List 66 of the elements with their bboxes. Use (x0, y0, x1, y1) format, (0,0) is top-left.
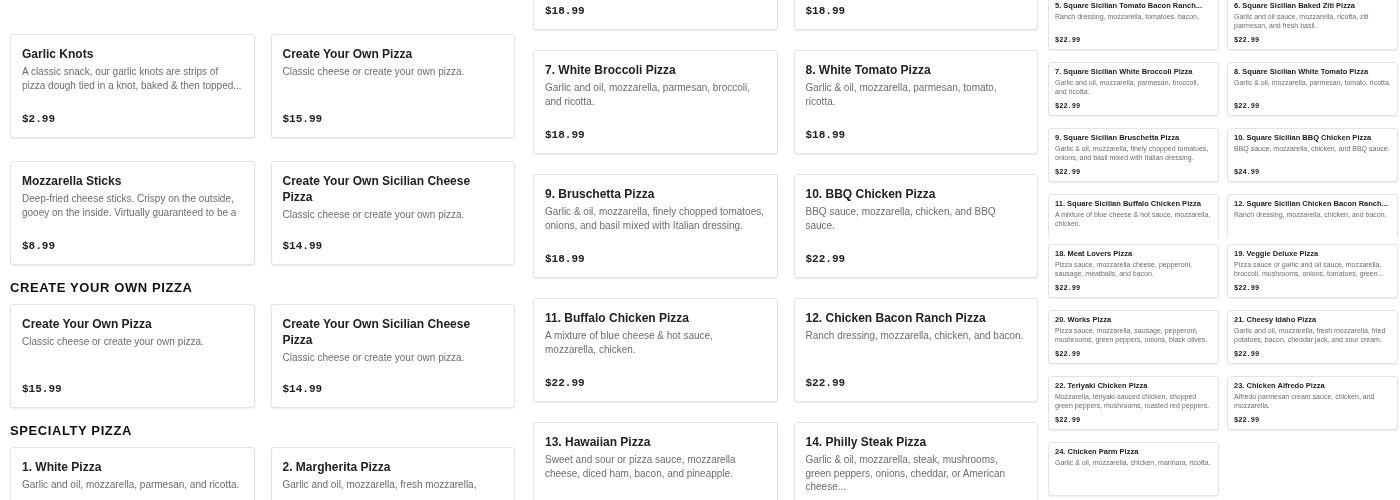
item-price: $18.99 (805, 3, 846, 19)
item-price: $22.99 (805, 375, 846, 391)
item-description: Sweet and sour or pizza sauce, mozzarella cheese, diced ham, bacon, and pineapple. (545, 453, 737, 480)
menu-item-card[interactable]: 14. Philly Steak Pizza Garlic & oil, mozzarella, steak, mushrooms, green peppers, onions, cheddar, or American cheese... (793, 422, 1038, 500)
item-description: Garlic and oil, mozzarella, fresh mozzarella, (282, 478, 478, 492)
item-title: Garlic Knots (22, 46, 95, 62)
item-description: Garlic and oil, mozzarella, parmesan, and ricotta. (22, 478, 241, 492)
item-price: $18.99 (545, 127, 585, 143)
menu-item-card[interactable]: Create Your Own Pizza Classic cheese or create your own pizza. $15.99 (10, 304, 255, 408)
menu-item-card[interactable]: Create Your Own Sicilian Cheese Pizza Classic cheese or create your own pizza. $14.99 (270, 304, 515, 408)
item-title: 14. Philly Steak Pizza (805, 434, 928, 450)
item-title: 9. Bruschetta Pizza (545, 186, 656, 202)
item-description: Classic cheese or create your own pizza. (282, 65, 466, 79)
item-title: 1. White Pizza (22, 459, 103, 475)
item-price: $15.99 (22, 381, 62, 397)
menu-item-card[interactable]: 8. White Tomato Pizza Garlic & oil, mozzarella, parmesan, tomato, ricotta. $18.99 (793, 50, 1038, 154)
item-price: $14.99 (282, 238, 323, 254)
item-title: 11. Buffalo Chicken Pizza (545, 310, 691, 326)
item-description: Classic cheese or create your own pizza. (282, 208, 466, 222)
menu-item-card[interactable]: 7. White Broccoli Pizza Garlic and oil, mozzarella, parmesan, broccoli, and ricotta. $18.99 (533, 50, 778, 154)
item-title: Create Your Own Sicilian Cheese Pizza (282, 316, 472, 348)
item-price: $22.99 (805, 251, 846, 267)
menu-item-card[interactable]: 12. Chicken Bacon Ranch Pizza Ranch dressing, mozzarella, chicken, and bacon. $22.99 (793, 298, 1038, 402)
menu-item-card[interactable]: 1. White Pizza Garlic and oil, mozzarella, parmesan, and ricotta. (10, 447, 255, 500)
item-description: Classic cheese or create your own pizza. (282, 351, 466, 365)
item-price: $22.99 (545, 375, 585, 391)
menu-item-card[interactable]: 2. Margherita Pizza Garlic and oil, mozzarella, fresh mozzarella, (270, 447, 515, 500)
item-title: 8. White Tomato Pizza (805, 62, 932, 78)
item-description: Garlic & oil, mozzarella, steak, mushrooms, green peppers, onions, cheddar, or American cheese... (805, 453, 1007, 494)
item-price: $14.99 (282, 381, 323, 397)
item-price: $15.99 (282, 111, 323, 127)
menu-item-card[interactable]: Create Your Own Sicilian Cheese Pizza Classic cheese or create your own pizza. $14.99 (270, 161, 515, 265)
item-description: Classic cheese or create your own pizza. (22, 335, 205, 349)
item-description: A mixture of blue cheese & hot sauce, mozzarella, chicken. (545, 329, 714, 356)
item-title: 12. Chicken Bacon Ranch Pizza (805, 310, 987, 326)
menu-item-card[interactable]: 10. BBQ Chicken Pizza BBQ sauce, mozzarella, chicken, and BBQ sauce. $22.99 (793, 174, 1038, 278)
item-title: 2. Margherita Pizza (282, 459, 392, 475)
menu-item-card[interactable]: 13. Hawaiian Pizza Sweet and sour or pizza sauce, mozzarella cheese, diced ham, bacon, and pineapple. (533, 422, 778, 500)
item-title: 10. BBQ Chicken Pizza (805, 186, 937, 202)
item-title: Create Your Own Pizza (22, 316, 153, 332)
item-description: BBQ sauce, mozzarella, chicken, and BBQ sauce. (805, 205, 997, 232)
menu-item-card[interactable]: 11. Buffalo Chicken Pizza A mixture of blue cheese & hot sauce, mozzarella, chicken. $22.99 (533, 298, 778, 402)
menu-item-card[interactable]: 9. Bruschetta Pizza Garlic & oil, mozzarella, finely chopped tomatoes, onions, and basil mixed with Italian dressing. $18.99 (533, 174, 778, 278)
item-description: Ranch dressing, mozzarella, chicken, and bacon. (805, 329, 1025, 343)
item-description: Deep-fried cheese sticks. Crispy on the outside, gooey on the inside. Virtually guaranteed to be a (22, 192, 238, 220)
menu-item-card[interactable]: $18.99 (793, 0, 1038, 30)
item-price: $8.99 (22, 238, 55, 254)
item-price: $18.99 (545, 251, 585, 267)
menu-item-card[interactable]: Create Your Own Pizza Classic cheese or create your own pizza. $15.99 (270, 34, 515, 138)
item-description: Garlic & oil, mozzarella, parmesan, tomato, ricotta. (805, 81, 998, 108)
section-heading: SPECIALTY PIZZA (10, 423, 132, 438)
item-price: $18.99 (805, 127, 846, 143)
item-description: Garlic & oil, mozzarella, finely chopped tomatoes, onions, and basil mixed with Italian dressing. (545, 205, 765, 232)
section-heading: CREATE YOUR OWN PIZZA (10, 280, 193, 295)
item-title: 7. White Broccoli Pizza (545, 62, 677, 78)
menu-item-card[interactable]: $18.99 (533, 0, 778, 30)
item-title: 13. Hawaiian Pizza (545, 434, 652, 450)
item-price: $2.99 (22, 111, 55, 127)
item-title: Create Your Own Sicilian Cheese Pizza (282, 173, 472, 205)
menu-item-card[interactable]: Garlic Knots A classic snack, our garlic knots are strips of pizza dough tied in a knot, baked & then topped... $2.99 (10, 34, 255, 138)
item-title: Mozzarella Sticks (22, 173, 123, 189)
item-description: Garlic and oil, mozzarella, parmesan, broccoli, and ricotta. (545, 81, 752, 108)
item-price: $18.99 (545, 3, 585, 19)
item-title: Create Your Own Pizza (282, 46, 414, 62)
menu-item-card[interactable]: Mozzarella Sticks Deep-fried cheese sticks. Crispy on the outside, gooey on the inside. Virtually guaranteed to be a $8.99 (10, 161, 255, 265)
item-description: A classic snack, our garlic knots are strips of pizza dough tied in a knot, baked & then topped... (22, 65, 243, 93)
